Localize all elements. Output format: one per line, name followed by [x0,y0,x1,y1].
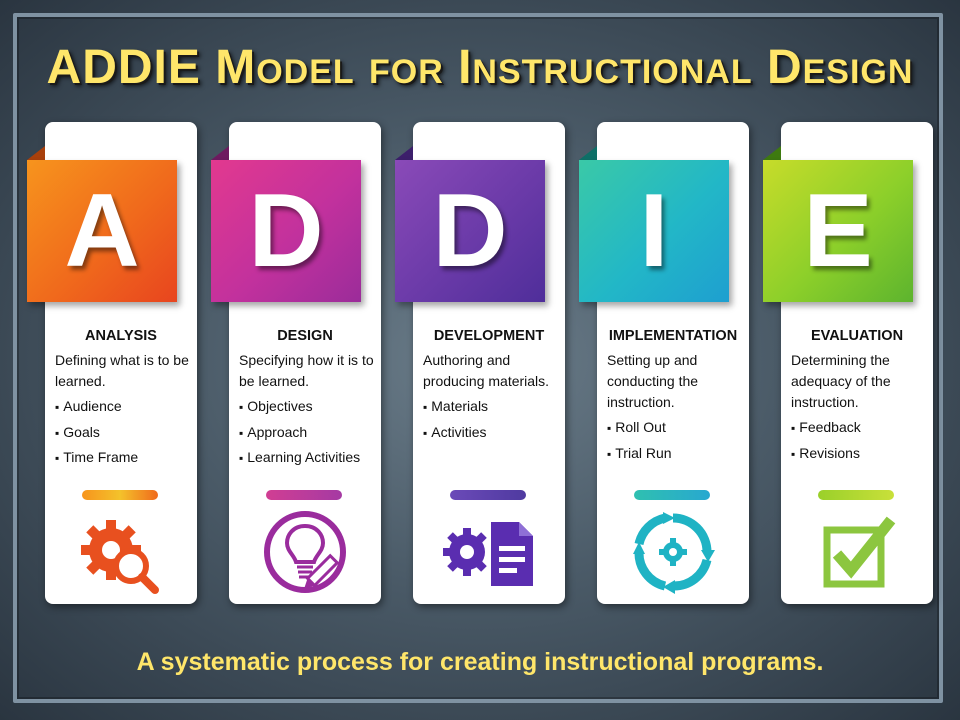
checkbox-icon [823,516,896,588]
bullet-item: Feedback [791,415,929,441]
stage-card-analysis: A ANALYSIS Defining what is to be learne… [27,122,197,604]
stage-name: ANALYSIS [85,328,157,344]
stage-card-evaluation: E EVALUATION Determining the adequacy of… [763,122,933,604]
stage-description: Authoring and producing materials. [423,352,550,389]
stage-description: Determining the adequacy of the instruct… [791,352,891,410]
stage-bullets: Feedback Revisions [791,415,929,466]
stage-color-bar [818,490,894,500]
stage-letter-tile: A [27,160,177,302]
tile-fold [579,146,597,160]
stage-letter-tile: D [211,160,361,302]
stage-name: EVALUATION [810,328,904,344]
stage-letter-tile: E [763,160,913,302]
stage-description: Defining what is to be learned. [55,352,189,389]
stage-description-block: Specifying how it is to be learned. Obje… [239,350,377,471]
bullet-item: Activities [423,420,561,446]
bullet-item: Time Frame [55,445,193,471]
stage-card-implementation: I IMPLEMENTATION Setting up and conducti… [579,122,749,604]
bullet-item: Objectives [239,394,377,420]
tile-fold [763,146,781,160]
stage-letter-tile: I [579,160,729,302]
stage-name: DESIGN [277,328,333,344]
stage-description-block: Authoring and producing materials. Mater… [423,350,561,445]
stage-card-design: D DESIGN Specifying how it is to be lear… [211,122,381,604]
bullet-item: Trial Run [607,441,745,467]
tile-fold [211,146,229,160]
bullet-item: Approach [239,420,377,446]
stage-letter-tile: D [395,160,545,302]
stage-description-block: Defining what is to be learned. Audience… [55,350,193,471]
slide-title: ADDIE Model for Instructional Design [46,41,914,94]
stage-description: Specifying how it is to be learned. [239,352,374,389]
gear-document-icon [443,522,533,586]
bullet-item: Revisions [791,441,929,467]
stage-bullets: Materials Activities [423,394,561,445]
tile-fold [395,146,413,160]
bullet-item: Goals [55,420,193,446]
stage-bullets: Objectives Approach Learning Activities [239,394,377,471]
bullet-item: Materials [423,394,561,420]
stage-description-block: Setting up and conducting the instructio… [607,350,745,466]
bullet-item: Learning Activities [239,445,377,471]
stage-name: IMPLEMENTATION [608,328,738,344]
stage-card-development: D DEVELOPMENT Authoring and producing ma… [395,122,565,604]
stage-color-bar [634,490,710,500]
cycle-gear-icon [633,512,715,594]
tile-fold [27,146,45,160]
stage-color-bar [450,490,526,500]
stage-bullets: Audience Goals Time Frame [55,394,193,471]
stage-name: DEVELOPMENT [433,328,545,344]
stage-description-block: Determining the adequacy of the instruct… [791,350,929,466]
stage-description: Setting up and conducting the instructio… [607,352,699,410]
lightbulb-pencil-icon [264,511,346,593]
stage-color-bar [82,490,158,500]
gear-magnifier-icon [81,520,159,594]
stage-bullets: Roll Out Trial Run [607,415,745,466]
stage-color-bar [266,490,342,500]
bullet-item: Audience [55,394,193,420]
slide-tagline: A systematic process for creating instru… [136,648,824,676]
bullet-item: Roll Out [607,415,745,441]
